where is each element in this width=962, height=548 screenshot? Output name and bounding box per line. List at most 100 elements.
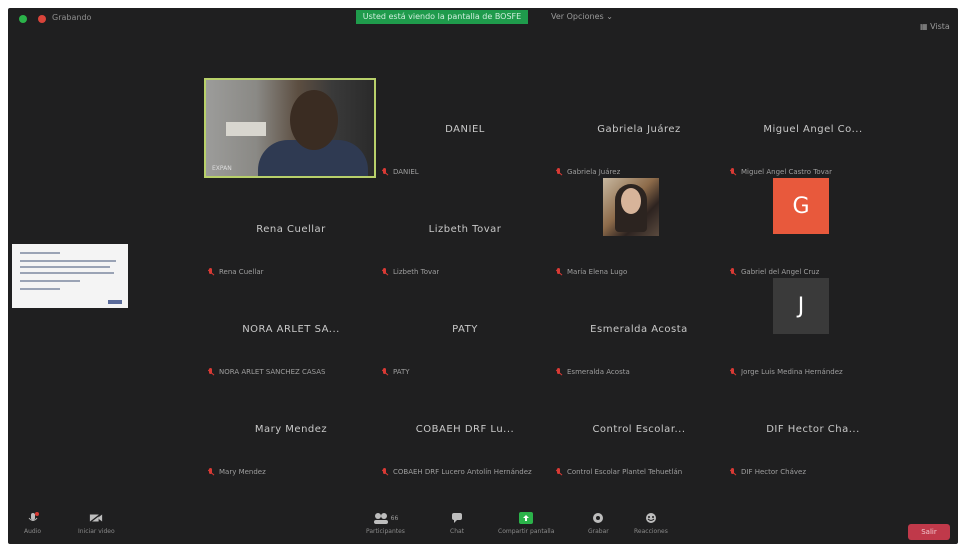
participant-tile[interactable]: Control Escolar... Control Escolar Plante…	[552, 378, 726, 478]
participant-name-label: PATY	[382, 368, 410, 376]
participant-display-name: Mary Mendez	[254, 424, 328, 435]
participant-tile[interactable]: Mary Mendez Mary Mendez	[204, 378, 378, 478]
participant-tile[interactable]: J Jorge Luis Medina Hernández	[726, 278, 900, 378]
participant-tile[interactable]: EXPANGabriel	[204, 78, 378, 178]
record-button[interactable]: Grabar	[588, 512, 609, 535]
participant-label-text: Miguel Angel Castro Tovar	[741, 168, 832, 176]
participant-label-text: Gabriel del Angel Cruz	[741, 268, 820, 276]
doc-line	[20, 280, 80, 282]
participant-name-label: Esmeralda Acosta	[556, 368, 630, 376]
participant-display-name: PATY	[452, 324, 478, 335]
participants-button[interactable]: 66 Participantes	[366, 512, 405, 535]
video-caption: EXPAN	[212, 165, 232, 172]
participant-display-name: Control Escolar...	[592, 424, 686, 435]
participants-label: Participantes	[366, 528, 405, 535]
participant-label-text: DANIEL	[393, 168, 419, 176]
participant-name-label: COBAEH DRF Lucero Antolín Hernández	[382, 468, 532, 476]
participant-name-label: Miguel Angel Castro Tovar	[730, 168, 832, 176]
participants-count: 66	[390, 514, 399, 522]
muted-mic-icon	[730, 368, 736, 376]
end-meeting-button[interactable]: Salir	[908, 524, 950, 540]
muted-mic-icon	[208, 468, 214, 476]
reactions-label: Reacciones	[634, 528, 668, 535]
muted-mic-icon	[382, 468, 388, 476]
participant-name-label: Gabriel del Angel Cruz	[730, 268, 819, 276]
participant-label-text: Jorge Luis Medina Hernández	[741, 368, 843, 376]
participant-tile[interactable]: Lizbeth Tovar Lizbeth Tovar	[378, 178, 552, 278]
muted-mic-icon	[208, 368, 214, 376]
participant-name-label: NORA ARLET SÁNCHEZ CASAS	[208, 368, 326, 376]
participant-display-name: DANIEL	[445, 124, 485, 135]
muted-mic-icon	[556, 268, 562, 276]
participant-name-label: Lizbeth Tovar	[382, 268, 439, 276]
participants-icon: 66	[370, 512, 400, 524]
meeting-toolbar: Audio Iniciar video 66 Participantes Cha…	[8, 508, 958, 544]
doc-line	[20, 266, 110, 268]
chat-label: Chat	[450, 528, 465, 535]
doc-line	[20, 272, 114, 274]
audio-label: Audio	[24, 528, 42, 535]
participant-name-label: Control Escolar Plantel Tehuetlán	[556, 468, 682, 476]
avatar: J	[773, 278, 829, 334]
muted-mic-icon	[556, 168, 562, 176]
participant-label-text: PATY	[393, 368, 410, 376]
participant-label-text: Lizbeth Tovar	[393, 268, 440, 276]
muted-mic-icon	[556, 368, 562, 376]
participant-name-label: DIF Hector Chávez	[730, 468, 806, 476]
zoom-meeting-window: Grabando Usted está viendo la pantalla d…	[8, 8, 958, 544]
participant-label-text: COBAEH DRF Lucero Antolín Hernández	[393, 468, 532, 476]
participant-tile[interactable]: Miguel Angel Co... Miguel Angel Castro To…	[726, 78, 900, 178]
share-screen-label: Compartir pantalla	[498, 528, 555, 535]
muted-mic-icon	[730, 168, 736, 176]
muted-mic-icon	[208, 268, 214, 276]
participant-tile[interactable]: COBAEH DRF Lu... COBAEH DRF Lucero Antolí…	[378, 378, 552, 478]
participant-display-name: Gabriela Juárez	[597, 124, 681, 135]
recording-label: Grabando	[52, 13, 92, 22]
muted-mic-icon	[382, 168, 388, 176]
participant-tile[interactable]: NORA ARLET SA... NORA ARLET SÁNCHEZ CASAS	[204, 278, 378, 378]
reactions-button[interactable]: Reacciones	[634, 512, 668, 535]
participant-label-text: NORA ARLET SÁNCHEZ CASAS	[219, 368, 326, 376]
participant-label-text: Esmeralda Acosta	[567, 368, 630, 376]
participant-name-label: Jorge Luis Medina Hernández	[730, 368, 843, 376]
share-screen-icon	[519, 512, 534, 524]
record-icon	[591, 512, 605, 524]
doc-logo	[108, 300, 122, 304]
top-bar: Grabando Usted está viendo la pantalla d…	[8, 8, 958, 31]
participant-display-name: NORA ARLET SA...	[242, 324, 340, 335]
participant-tile[interactable]: Gabriela Juárez Gabriela Juárez	[552, 78, 726, 178]
start-video-button[interactable]: Iniciar video	[78, 512, 115, 535]
participant-name-label: Mary Mendez	[208, 468, 266, 476]
doc-line	[20, 260, 116, 262]
share-screen-button[interactable]: Compartir pantalla	[498, 512, 554, 535]
participant-name-label: María Elena Lugo	[556, 268, 627, 276]
chat-button[interactable]: Chat	[450, 512, 464, 535]
record-label: Grabar	[588, 528, 609, 535]
doc-line	[20, 288, 60, 290]
gallery-view-toggle[interactable]: ▦ Vista	[920, 22, 950, 31]
participant-tile[interactable]: DIF Hector Cha... DIF Hector Chávez	[726, 378, 900, 478]
shared-screen-thumbnail[interactable]	[12, 244, 128, 308]
view-options-menu[interactable]: Ver Opciones ⌄	[551, 12, 613, 21]
muted-mic-icon	[556, 468, 562, 476]
audio-button[interactable]: Audio	[24, 512, 41, 535]
microphone-muted-icon	[26, 512, 40, 524]
muted-mic-icon	[382, 268, 388, 276]
muted-mic-icon	[730, 468, 736, 476]
participant-tile[interactable]: María Elena Lugo	[552, 178, 726, 278]
active-speaker-video: EXPAN	[204, 78, 376, 178]
participant-label-text: Control Escolar Plantel Tehuetlán	[567, 468, 683, 476]
participant-tile[interactable]: G Gabriel del Angel Cruz	[726, 178, 900, 278]
participant-label-text: DIF Hector Chávez	[741, 468, 806, 476]
participant-tile[interactable]: PATY PATY	[378, 278, 552, 378]
profile-photo	[603, 178, 659, 236]
avatar: G	[773, 178, 829, 234]
security-icon[interactable]	[19, 15, 27, 23]
participant-tile[interactable]: Rena Cuellar Rena Cuellar	[204, 178, 378, 278]
participant-name-label: Gabriela Juárez	[556, 168, 620, 176]
participant-tile[interactable]: Esmeralda Acosta Esmeralda Acosta	[552, 278, 726, 378]
participant-display-name: Rena Cuellar	[256, 224, 326, 235]
video-label: Iniciar video	[78, 528, 115, 535]
participant-label-text: Gabriela Juárez	[567, 168, 621, 176]
participant-tile[interactable]: DANIEL DANIEL	[378, 78, 552, 178]
